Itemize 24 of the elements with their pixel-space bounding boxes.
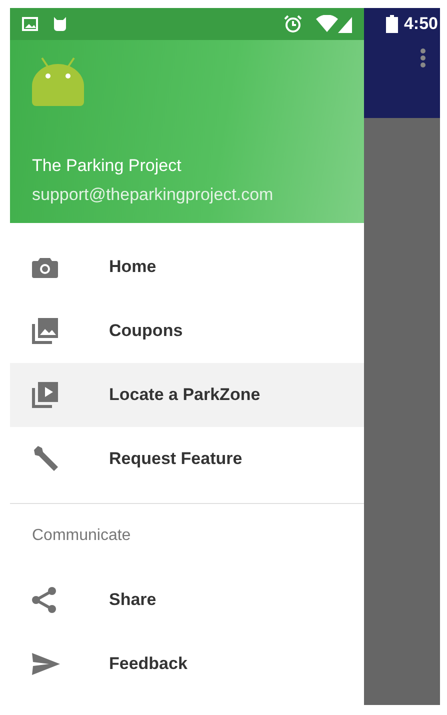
- menu-item-label: Feedback: [109, 653, 188, 676]
- video-library-icon: [32, 382, 58, 408]
- support-email: support@theparkingproject.com: [32, 184, 274, 206]
- android-logo: [32, 56, 84, 108]
- clock: 4:50: [404, 13, 438, 36]
- menu-item[interactable]: Locate a ParkZone: [10, 363, 364, 427]
- cat-face-icon: [52, 16, 68, 32]
- signal-icon: [316, 15, 352, 33]
- app-title: The Parking Project: [32, 155, 182, 177]
- wrench-icon: [32, 445, 60, 473]
- menu-item-label: Locate a ParkZone: [109, 384, 260, 406]
- menu-item-label: Request Feature: [109, 448, 242, 470]
- alarm-icon: [284, 15, 302, 33]
- menu-item-label: Home: [109, 256, 156, 278]
- share-icon: [32, 587, 56, 613]
- image-icon: [22, 17, 38, 31]
- camera-icon: [32, 255, 58, 279]
- more-options-icon[interactable]: [420, 48, 426, 68]
- menu-item-label: Coupons: [109, 320, 183, 342]
- menu-item-label: Share: [109, 589, 156, 612]
- photos-icon: [32, 318, 58, 344]
- battery-icon: [386, 15, 398, 33]
- send-icon: [32, 653, 60, 675]
- section-title: Communicate: [32, 526, 131, 546]
